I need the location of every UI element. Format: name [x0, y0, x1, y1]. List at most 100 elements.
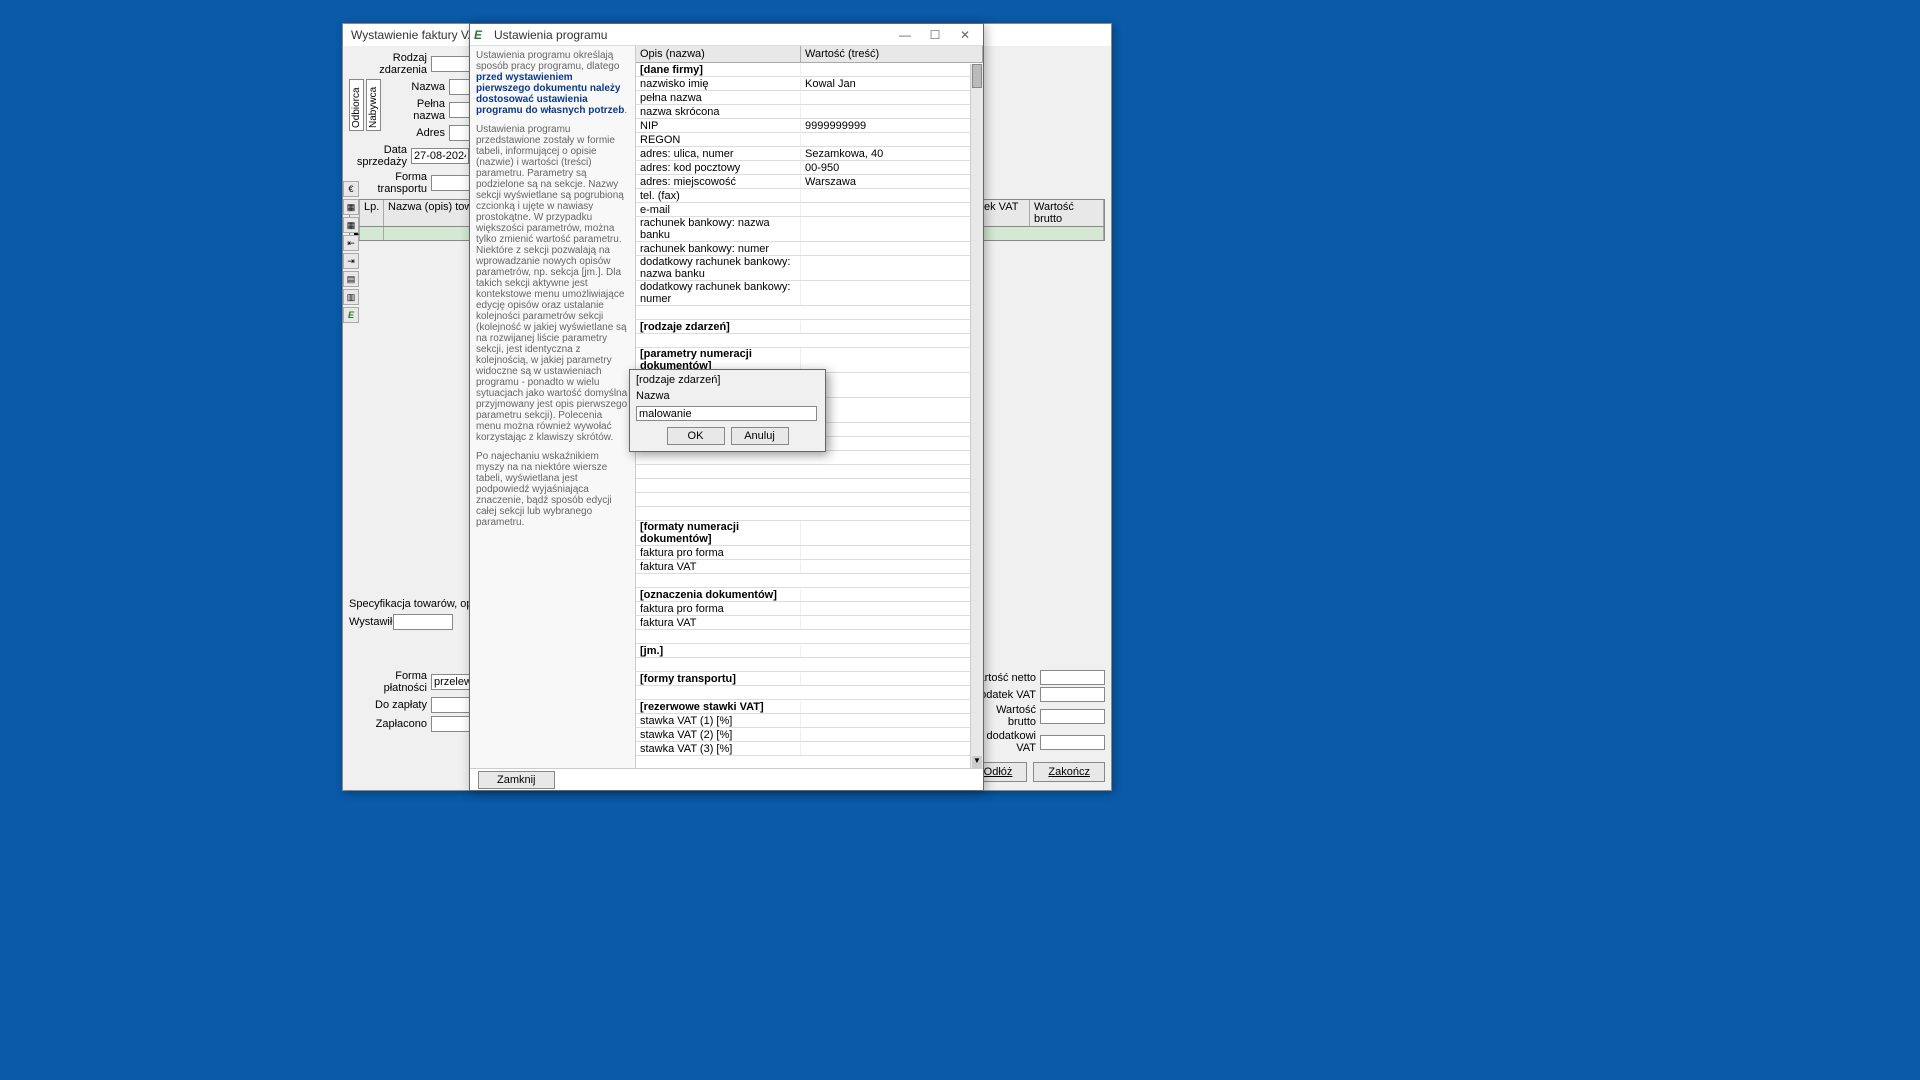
param-row[interactable]: nazwa skrócona	[636, 105, 983, 119]
help-bold: przed wystawieniem pierwszego dokumentu …	[476, 72, 624, 116]
data-sprzedazy-label: Data sprzedaży	[349, 144, 407, 168]
odbiorca-tab[interactable]: Odbiorca	[349, 79, 364, 131]
param-name: stawka VAT (3) [%]	[636, 743, 801, 755]
param-name: tel. (fax)	[636, 190, 801, 202]
param-name: faktura VAT	[636, 561, 801, 573]
scrollbar[interactable]: ▲ ▼	[970, 64, 983, 768]
param-name: adres: ulica, numer	[636, 148, 801, 160]
param-value[interactable]: Kowal Jan	[801, 78, 983, 90]
param-value[interactable]: 9999999999	[801, 120, 983, 132]
minimize-icon[interactable]: —	[891, 26, 919, 44]
param-row[interactable]: faktura pro forma	[636, 546, 983, 560]
param-row[interactable]: [rezerwowe stawki VAT]	[636, 700, 983, 714]
param-row[interactable]: stawka VAT (3) [%]	[636, 742, 983, 756]
param-row[interactable]: [oznaczenia dokumentów]	[636, 588, 983, 602]
toolbar-btn-5[interactable]: ▤	[343, 271, 359, 287]
wystawil-input[interactable]	[393, 614, 453, 630]
param-row[interactable]	[636, 306, 983, 320]
wartosc-brutto-input[interactable]	[1040, 709, 1105, 724]
param-row[interactable]: pełna nazwa	[636, 91, 983, 105]
param-row[interactable]	[636, 574, 983, 588]
param-row[interactable]: rachunek bankowy: nazwa banku	[636, 217, 983, 242]
param-name: [dane firmy]	[636, 64, 801, 76]
param-row[interactable]	[636, 334, 983, 348]
toolbar-btn-6[interactable]: ▥	[343, 289, 359, 305]
param-row[interactable]: [rodzaje zdarzeń]	[636, 320, 983, 334]
param-row[interactable]	[636, 493, 983, 507]
param-name: [rezerwowe stawki VAT]	[636, 701, 801, 713]
toolbar-btn-4[interactable]: ⇥	[343, 253, 359, 269]
param-row[interactable]: [formy transportu]	[636, 672, 983, 686]
data-sprzedazy-input[interactable]	[411, 148, 469, 164]
param-name: nazwisko imię	[636, 78, 801, 90]
nabywca-tab[interactable]: Nabywca	[366, 79, 381, 131]
param-name: [formy transportu]	[636, 673, 801, 685]
param-row[interactable]: [jm.]	[636, 644, 983, 658]
toolbar-btn-2[interactable]: ▦	[343, 217, 359, 233]
param-value[interactable]: 00-950	[801, 162, 983, 174]
param-row[interactable]	[636, 658, 983, 672]
rodzaj-zdarzenia-label: Rodzaj zdarzenia	[349, 52, 427, 76]
param-row[interactable]: stawka VAT (1) [%]	[636, 714, 983, 728]
help-body2: Po najechaniu wskaźnikiem myszy na na ni…	[476, 451, 629, 528]
euro-icon[interactable]: €	[343, 181, 359, 197]
param-value[interactable]: Sezamkowa, 40	[801, 148, 983, 160]
toolbar-btn-7[interactable]: E	[343, 307, 359, 323]
param-row[interactable]: adres: ulica, numerSezamkowa, 40	[636, 147, 983, 161]
param-row[interactable]: dodatkowy rachunek bankowy: numer	[636, 281, 983, 306]
param-row[interactable]: adres: miejscowośćWarszawa	[636, 175, 983, 189]
param-row[interactable]: rachunek bankowy: numer	[636, 242, 983, 256]
pelna-nazwa-label: Pełna nazwa	[383, 98, 445, 122]
param-row[interactable]: faktura pro forma	[636, 602, 983, 616]
wartosc-netto-input[interactable]	[1040, 670, 1105, 685]
param-row[interactable]: adres: kod pocztowy00-950	[636, 161, 983, 175]
forma-transportu-input[interactable]	[431, 175, 471, 191]
col-lp: Lp.	[360, 200, 384, 226]
podatek-vat-input[interactable]	[1040, 687, 1105, 702]
param-row[interactable]: [dane firmy]	[636, 63, 983, 77]
scroll-thumb[interactable]	[972, 64, 982, 88]
scroll-down-icon[interactable]: ▼	[972, 756, 982, 768]
param-row[interactable]	[636, 756, 983, 768]
toolbar-btn-1[interactable]: ▦	[343, 199, 359, 215]
param-row[interactable]	[636, 630, 983, 644]
app-icon: E	[474, 28, 488, 42]
param-name: [oznaczenia dokumentów]	[636, 589, 801, 601]
param-row[interactable]	[636, 507, 983, 521]
param-name: dodatkowy rachunek bankowy: numer	[636, 281, 801, 305]
param-name: nazwa skrócona	[636, 106, 801, 118]
param-row[interactable]	[636, 451, 983, 465]
param-row[interactable]: faktura VAT	[636, 616, 983, 630]
col-opis: Opis (nazwa)	[636, 46, 801, 62]
param-row[interactable]: REGON	[636, 133, 983, 147]
param-row[interactable]: dodatkowy rachunek bankowy: nazwa banku	[636, 256, 983, 281]
anuluj-button[interactable]: Anuluj	[731, 427, 789, 445]
zamknij-button[interactable]: Zamknij	[478, 771, 555, 789]
modal-input[interactable]	[636, 406, 817, 421]
zakoncz-button[interactable]: Zakończ	[1033, 762, 1105, 782]
param-row[interactable]	[636, 465, 983, 479]
help-pane: Ustawienia programu określają sposób pra…	[470, 46, 636, 768]
maximize-icon[interactable]: ☐	[921, 26, 949, 44]
dodatkowi-vat-input[interactable]	[1040, 735, 1105, 750]
param-row[interactable]: stawka VAT (2) [%]	[636, 728, 983, 742]
param-name: dodatkowy rachunek bankowy: nazwa banku	[636, 256, 801, 280]
settings-titlebar[interactable]: E Ustawienia programu — ☐ ✕	[470, 24, 983, 46]
ok-button[interactable]: OK	[667, 427, 725, 445]
param-row[interactable]: nazwisko imięKowal Jan	[636, 77, 983, 91]
param-row[interactable]: NIP9999999999	[636, 119, 983, 133]
param-row[interactable]	[636, 479, 983, 493]
toolbar-btn-3[interactable]: ⇤	[343, 235, 359, 251]
close-icon[interactable]: ✕	[951, 26, 979, 44]
param-name: faktura VAT	[636, 617, 801, 629]
param-row[interactable]: [formaty numeracji dokumentów]	[636, 521, 983, 546]
param-value[interactable]: Warszawa	[801, 176, 983, 188]
param-row[interactable]: tel. (fax)	[636, 189, 983, 203]
param-row[interactable]: e-mail	[636, 203, 983, 217]
param-row[interactable]: faktura VAT	[636, 560, 983, 574]
param-row[interactable]	[636, 686, 983, 700]
adres-label: Adres	[383, 127, 445, 139]
help-body1: Ustawienia programu przedstawione został…	[476, 124, 629, 443]
param-name: [jm.]	[636, 645, 801, 657]
zaplacono-label: Zapłacono	[349, 718, 427, 730]
